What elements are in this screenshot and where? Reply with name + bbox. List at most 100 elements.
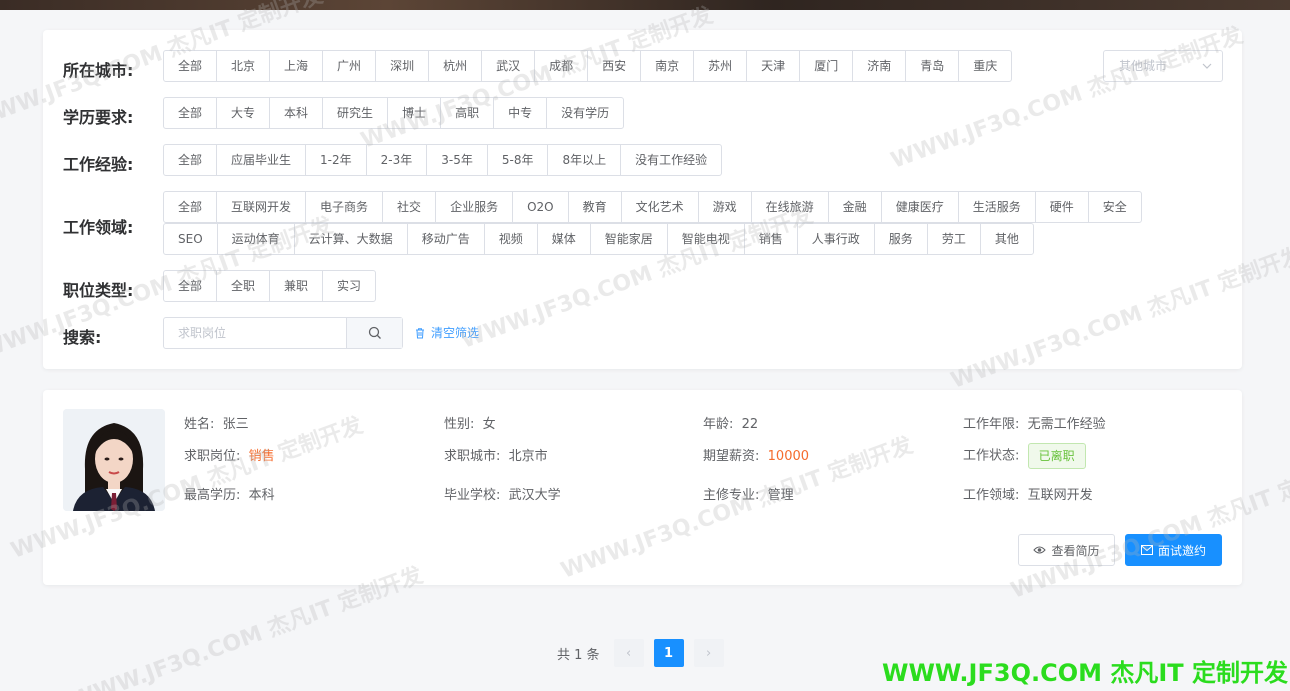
education-option[interactable]: 中专 <box>493 97 548 129</box>
field-option[interactable]: 劳工 <box>926 223 981 255</box>
job-type-tag-group: 全部 全职 兼职 实习 <box>163 270 377 302</box>
city-option[interactable]: 武汉 <box>481 50 536 82</box>
field-option[interactable]: 电子商务 <box>305 191 384 223</box>
next-page-button[interactable]: › <box>693 639 724 667</box>
city-option[interactable]: 南京 <box>640 50 695 82</box>
work-field-value: 互联网开发 <box>1027 488 1093 503</box>
gender-field: 性别: 女 <box>444 413 496 432</box>
education-option[interactable]: 博士 <box>387 97 442 129</box>
clear-filters-label: 清空筛选 <box>431 326 480 340</box>
gender-label: 性别: <box>444 417 475 432</box>
education-field: 最高学历: 本科 <box>184 484 275 503</box>
job-type-option[interactable]: 实习 <box>322 270 377 302</box>
major-value: 管理 <box>767 488 794 503</box>
other-city-placeholder: 其他城市 <box>1119 59 1168 73</box>
field-option[interactable]: 其他 <box>979 223 1034 255</box>
field-option[interactable]: 社交 <box>382 191 437 223</box>
field-option[interactable]: O2O <box>512 191 569 223</box>
city-option[interactable]: 天津 <box>746 50 801 82</box>
city-option[interactable]: 青岛 <box>905 50 960 82</box>
field-option[interactable]: 服务 <box>873 223 928 255</box>
position-value: 销售 <box>248 449 275 464</box>
age-label: 年龄: <box>703 417 734 432</box>
desired-city-label: 求职城市: <box>444 449 501 464</box>
experience-option[interactable]: 8年以上 <box>547 144 622 176</box>
footer-watermark: WWW.JF3Q.COM 杰凡IT 定制开发 <box>881 659 1288 687</box>
job-type-option[interactable]: 全部 <box>163 270 218 302</box>
city-option[interactable]: 北京 <box>216 50 271 82</box>
education-tag-group: 全部 大专 本科 研究生 博士 高职 中专 没有学历 <box>163 97 625 129</box>
pagination-total: 共 1 条 <box>557 647 600 663</box>
field-option[interactable]: 人事行政 <box>796 223 875 255</box>
interview-invite-button[interactable]: 面试邀约 <box>1125 534 1222 566</box>
view-resume-button[interactable]: 查看简历 <box>1018 534 1115 566</box>
city-option[interactable]: 重庆 <box>958 50 1013 82</box>
experience-option[interactable]: 没有工作经验 <box>620 144 723 176</box>
field-option[interactable]: 云计算、大数据 <box>293 223 408 255</box>
job-type-option[interactable]: 兼职 <box>269 270 324 302</box>
field-option[interactable]: 硬件 <box>1034 191 1089 223</box>
field-option[interactable]: 金融 <box>827 191 882 223</box>
work-field-field: 工作领域: 互联网开发 <box>963 484 1093 503</box>
field-option[interactable]: 企业服务 <box>435 191 514 223</box>
field-option[interactable]: 文化艺术 <box>620 191 699 223</box>
education-option[interactable]: 大专 <box>216 97 271 129</box>
city-option[interactable]: 广州 <box>322 50 377 82</box>
field-option[interactable]: 教育 <box>567 191 622 223</box>
experience-filter-label: 工作经验: <box>63 155 134 174</box>
chevron-right-icon: › <box>705 645 712 661</box>
field-option[interactable]: 销售 <box>743 223 798 255</box>
experience-option[interactable]: 3-5年 <box>426 144 488 176</box>
field-option[interactable]: 移动广告 <box>406 223 485 255</box>
field-option[interactable]: 安全 <box>1087 191 1142 223</box>
education-option[interactable]: 高职 <box>440 97 495 129</box>
field-option[interactable]: 健康医疗 <box>880 191 959 223</box>
field-option[interactable]: 生活服务 <box>957 191 1036 223</box>
education-option[interactable]: 研究生 <box>322 97 389 129</box>
page-number-current[interactable]: 1 <box>653 639 684 667</box>
city-option[interactable]: 杭州 <box>428 50 483 82</box>
field-option[interactable]: 在线旅游 <box>750 191 829 223</box>
education-option[interactable]: 没有学历 <box>546 97 625 129</box>
major-field: 主修专业: 管理 <box>703 484 794 503</box>
chevron-left-icon: ‹ <box>625 645 632 661</box>
experience-option[interactable]: 5-8年 <box>486 144 549 176</box>
education-option[interactable]: 全部 <box>163 97 218 129</box>
city-option[interactable]: 上海 <box>269 50 324 82</box>
experience-option[interactable]: 全部 <box>163 144 218 176</box>
city-option[interactable]: 西安 <box>587 50 642 82</box>
job-type-filter-label: 职位类型: <box>63 281 134 300</box>
search-label: 搜索: <box>63 328 102 347</box>
city-option[interactable]: 厦门 <box>799 50 854 82</box>
field-option[interactable]: 智能家居 <box>589 223 668 255</box>
clear-filters-link[interactable]: 清空筛选 <box>414 324 479 341</box>
other-city-select[interactable]: 其他城市 <box>1103 50 1223 82</box>
field-option[interactable]: 互联网开发 <box>216 191 307 223</box>
mail-icon <box>1140 545 1153 555</box>
field-option[interactable]: 全部 <box>163 191 218 223</box>
city-option[interactable]: 深圳 <box>375 50 430 82</box>
city-option[interactable]: 成都 <box>534 50 589 82</box>
education-option[interactable]: 本科 <box>269 97 324 129</box>
name-field: 姓名: 张三 <box>184 413 249 432</box>
city-option[interactable]: 苏州 <box>693 50 748 82</box>
field-option[interactable]: 运动体育 <box>216 223 295 255</box>
interview-invite-label: 面试邀约 <box>1157 543 1206 558</box>
experience-option[interactable]: 2-3年 <box>365 144 428 176</box>
job-type-option[interactable]: 全职 <box>216 270 271 302</box>
field-option[interactable]: 媒体 <box>536 223 591 255</box>
view-resume-label: 查看简历 <box>1051 543 1100 558</box>
city-option[interactable]: 济南 <box>852 50 907 82</box>
field-option[interactable]: 游戏 <box>697 191 752 223</box>
experience-option[interactable]: 1-2年 <box>305 144 367 176</box>
gender-value: 女 <box>482 417 496 432</box>
search-input[interactable] <box>164 318 346 348</box>
experience-option[interactable]: 应届毕业生 <box>216 144 307 176</box>
field-option[interactable]: SEO <box>163 223 218 255</box>
field-filter-label: 工作领域: <box>63 218 134 237</box>
prev-page-button[interactable]: ‹ <box>613 639 644 667</box>
field-option[interactable]: 智能电视 <box>666 223 745 255</box>
city-option[interactable]: 全部 <box>163 50 218 82</box>
field-option[interactable]: 视频 <box>483 223 538 255</box>
search-button[interactable] <box>346 318 402 348</box>
